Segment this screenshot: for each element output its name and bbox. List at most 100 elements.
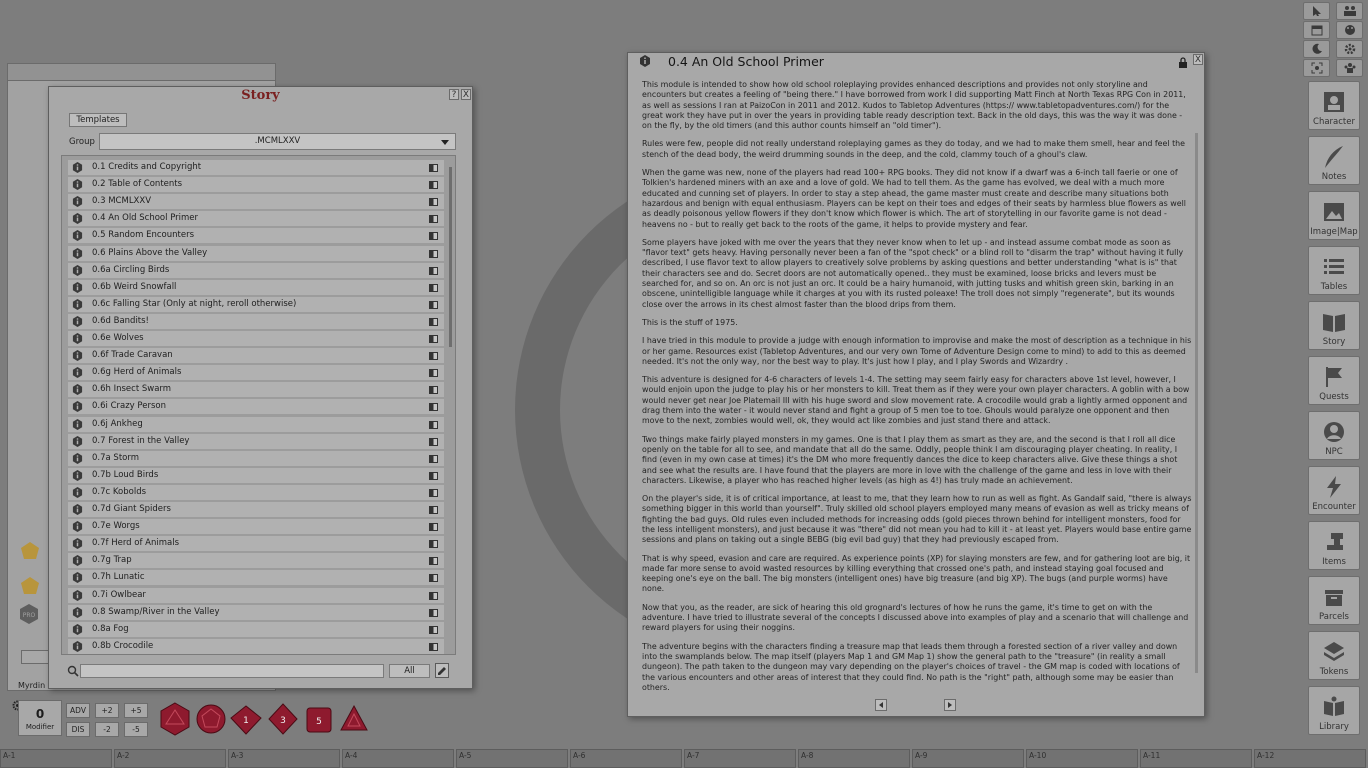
story-list-item[interactable]: 0.8a Fog: [68, 621, 444, 638]
sidebar-story[interactable]: Story: [1308, 301, 1360, 350]
story-list-item[interactable]: 0.7i Owlbear: [68, 587, 444, 604]
story-list-item[interactable]: 0.7a Storm: [68, 450, 444, 467]
close-button[interactable]: X: [1193, 54, 1203, 65]
hotkey-slot[interactable]: A-7: [684, 749, 796, 768]
info-icon[interactable]: [72, 196, 83, 208]
filter-all-button[interactable]: All: [389, 664, 430, 678]
hotkey-slot[interactable]: A-6: [570, 749, 682, 768]
open-link-icon[interactable]: [429, 164, 438, 172]
story-list[interactable]: 0.1 Credits and Copyright 0.2 Table of Co…: [61, 155, 456, 655]
d20-die[interactable]: [158, 702, 192, 736]
story-search-input[interactable]: [80, 664, 384, 678]
advantage-button[interactable]: ADV: [66, 703, 90, 718]
open-link-icon[interactable]: [429, 335, 438, 343]
story-document-window[interactable]: 0.4 An Old School Primer X This module i…: [627, 52, 1205, 717]
hotkey-slot[interactable]: A-11: [1140, 749, 1252, 768]
open-link-icon[interactable]: [429, 352, 438, 361]
story-list-item[interactable]: 0.7d Giant Spiders: [68, 502, 444, 518]
open-link-icon[interactable]: [429, 317, 438, 326]
hotkey-slot[interactable]: A-12: [1254, 749, 1366, 768]
info-icon[interactable]: [72, 298, 83, 310]
help-button[interactable]: ?: [449, 89, 459, 100]
hotkey-slot[interactable]: A-4: [342, 749, 454, 768]
open-link-icon[interactable]: [429, 266, 438, 275]
sidebar-library[interactable]: Library: [1308, 686, 1360, 735]
close-button[interactable]: X: [461, 89, 471, 100]
disadvantage-button[interactable]: DIS: [66, 722, 90, 737]
open-link-icon[interactable]: [429, 625, 438, 634]
screenshot-tool-button[interactable]: [1303, 59, 1330, 77]
story-list-item[interactable]: 0.8 Swamp/River in the Valley: [68, 604, 444, 621]
open-link-icon[interactable]: [429, 300, 438, 309]
open-link-icon[interactable]: [429, 369, 438, 378]
back-window-input[interactable]: [21, 650, 49, 664]
d8-die[interactable]: 3: [267, 703, 299, 735]
open-link-icon[interactable]: [429, 608, 438, 617]
templates-button[interactable]: Templates: [69, 113, 127, 127]
sidebar-items[interactable]: Items: [1308, 521, 1360, 570]
hotkey-slot[interactable]: A-5: [456, 749, 568, 768]
hotkey-slot[interactable]: A-3: [228, 749, 340, 768]
info-icon[interactable]: [72, 538, 83, 550]
info-icon[interactable]: [72, 572, 83, 584]
story-list-item[interactable]: 0.6d Bandits!: [68, 313, 444, 330]
sidebar-character[interactable]: Character: [1308, 81, 1360, 130]
info-icon[interactable]: [72, 418, 83, 430]
story-list-item[interactable]: 0.7 Forest in the Valley: [68, 433, 444, 450]
open-link-icon[interactable]: [429, 386, 438, 395]
open-link-icon[interactable]: [429, 488, 438, 497]
d10-die[interactable]: 1: [229, 704, 263, 736]
d12-die[interactable]: [195, 703, 227, 735]
info-icon[interactable]: [72, 162, 83, 173]
next-page-button[interactable]: [944, 699, 956, 711]
story-list-item[interactable]: 0.7f Herd of Animals: [68, 536, 444, 553]
story-list-item[interactable]: 0.6c Falling Star (Only at night, reroll…: [68, 296, 444, 313]
info-icon[interactable]: [72, 384, 83, 396]
sidebar-npc[interactable]: NPC: [1308, 411, 1360, 460]
story-list-item[interactable]: 0.6h Insect Swarm: [68, 382, 444, 399]
info-icon[interactable]: [72, 264, 83, 276]
story-list-item[interactable]: 0.7h Lunatic: [68, 570, 444, 587]
calendar-tool-button[interactable]: [1303, 21, 1330, 39]
story-list-item[interactable]: 0.6g Herd of Animals: [68, 365, 444, 382]
sidebar-tables[interactable]: Tables: [1308, 246, 1360, 295]
story-list-item[interactable]: 0.8b Crocodile: [68, 638, 444, 654]
story-list-item[interactable]: 0.7b Loud Birds: [68, 467, 444, 484]
open-link-icon[interactable]: [429, 181, 438, 190]
story-list-scrollbar[interactable]: [449, 167, 452, 347]
open-link-icon[interactable]: [429, 420, 438, 429]
sidebar-encounter[interactable]: Encounter: [1308, 466, 1360, 515]
info-icon[interactable]: [72, 589, 83, 601]
story-list-item[interactable]: 0.7g Trap: [68, 553, 444, 570]
party-tool-button[interactable]: [1336, 59, 1363, 77]
story-list-item[interactable]: 0.1 Credits and Copyright: [68, 160, 444, 176]
hotkey-slot[interactable]: A-2: [114, 749, 226, 768]
info-icon[interactable]: [72, 640, 83, 652]
open-link-icon[interactable]: [429, 557, 438, 566]
pointer-tool-button[interactable]: [1303, 2, 1330, 20]
open-link-icon[interactable]: [429, 540, 438, 549]
sidebar-notes[interactable]: Notes: [1308, 136, 1360, 185]
info-icon[interactable]: [72, 367, 83, 379]
story-list-item[interactable]: 0.3 MCMLXXV: [68, 194, 444, 211]
info-icon[interactable]: [72, 469, 83, 481]
story-list-item[interactable]: 0.6 Plains Above the Valley: [68, 245, 444, 262]
players-tool-button[interactable]: [1336, 2, 1363, 20]
hotkey-slot[interactable]: A-9: [912, 749, 1024, 768]
info-icon[interactable]: [72, 521, 83, 533]
open-link-icon[interactable]: [429, 523, 438, 532]
open-link-icon[interactable]: [429, 249, 438, 258]
story-list-item[interactable]: 0.4 An Old School Primer: [68, 211, 444, 228]
info-icon[interactable]: [72, 333, 83, 344]
hotkey-slot[interactable]: A-1: [0, 749, 112, 768]
night-mode-tool-button[interactable]: [1303, 40, 1330, 58]
open-link-icon[interactable]: [429, 591, 438, 600]
open-link-icon[interactable]: [429, 283, 438, 292]
document-scrollbar[interactable]: [1195, 133, 1198, 673]
info-icon[interactable]: [72, 179, 83, 191]
lock-icon[interactable]: [1178, 57, 1188, 68]
info-icon[interactable]: [72, 486, 83, 498]
open-link-icon[interactable]: [429, 232, 438, 241]
story-list-item[interactable]: 0.6e Wolves: [68, 331, 444, 347]
story-list-item[interactable]: 0.7e Worgs: [68, 519, 444, 536]
